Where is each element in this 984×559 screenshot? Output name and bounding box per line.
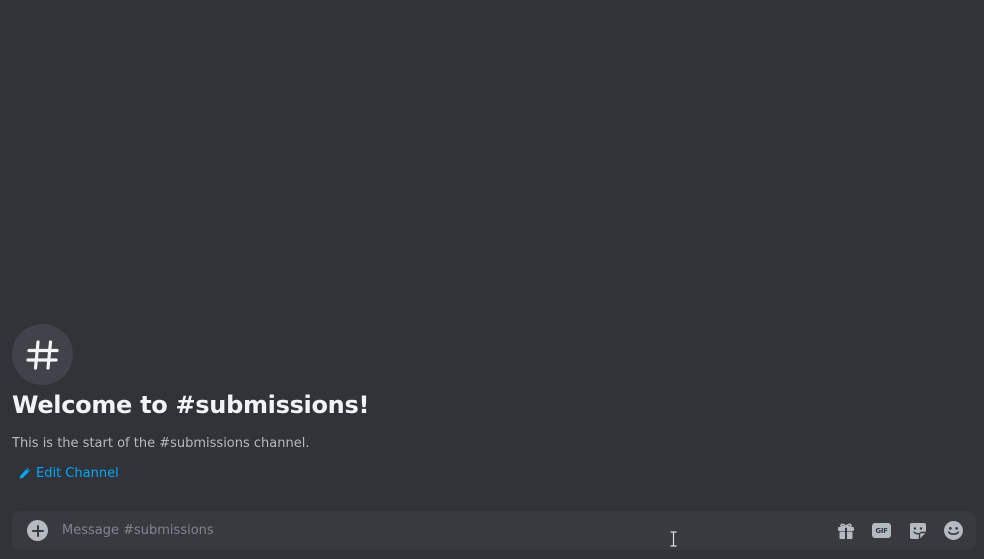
plus-circle-icon (31, 524, 44, 537)
edit-channel-button[interactable]: Edit Channel (18, 466, 119, 481)
upload-button[interactable] (27, 520, 48, 541)
welcome-description: This is the start of the #submissions ch… (12, 436, 310, 451)
hash-icon (25, 339, 59, 370)
welcome-title: Welcome to #submissions! (12, 391, 370, 419)
message-input[interactable] (62, 511, 822, 550)
channel-welcome (12, 324, 73, 385)
channel-avatar (12, 324, 73, 385)
channel-view: Welcome to #submissions! This is the sta… (0, 0, 984, 559)
message-composer: GIF (12, 511, 976, 550)
emoji-icon (944, 521, 963, 540)
emoji-button[interactable] (942, 519, 965, 542)
gift-button[interactable] (834, 519, 857, 542)
gif-button[interactable]: GIF (870, 519, 893, 542)
gift-icon (837, 523, 854, 539)
sticker-icon (909, 522, 926, 539)
pencil-icon (19, 467, 31, 479)
edit-channel-label: Edit Channel (36, 466, 119, 481)
text-cursor-icon (670, 531, 677, 547)
gif-icon: GIF (872, 523, 891, 538)
sticker-button[interactable] (906, 519, 929, 542)
